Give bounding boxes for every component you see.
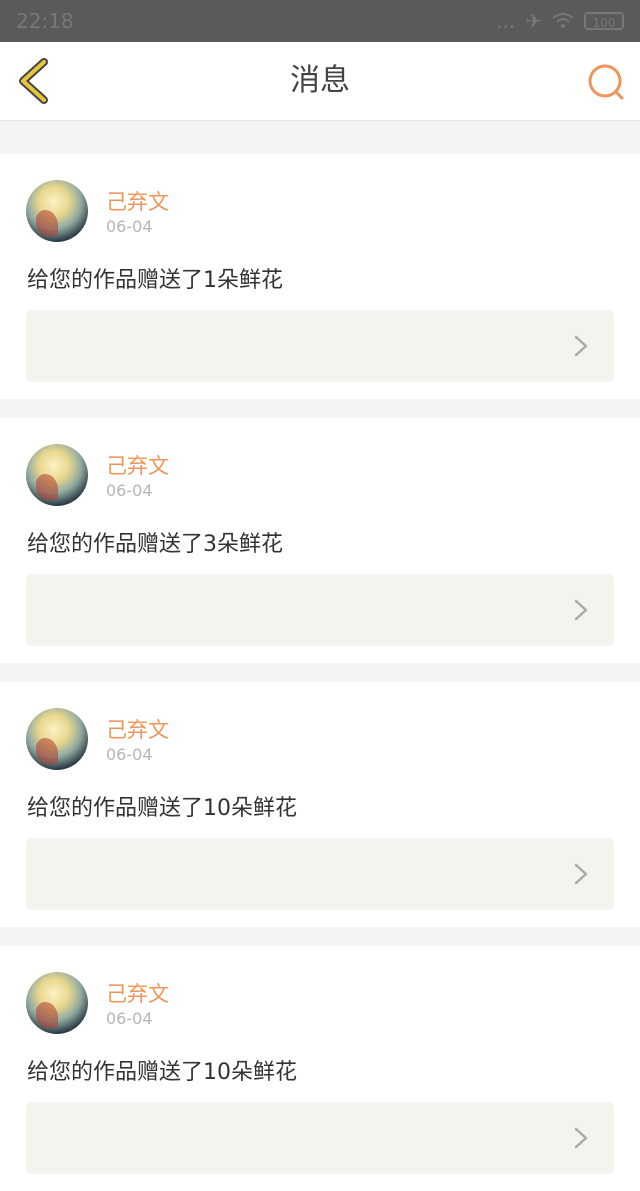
battery-icon: 100 <box>584 12 624 30</box>
chevron-right-icon <box>574 1127 588 1149</box>
avatar[interactable] <box>26 444 88 506</box>
message-text: 给您的作品赠送了3朵鲜花 <box>27 532 283 557</box>
chevron-right-icon <box>574 599 588 621</box>
message-date: 06-04 <box>106 1009 153 1028</box>
message-date: 06-04 <box>106 481 153 500</box>
work-link[interactable] <box>26 310 614 382</box>
avatar[interactable] <box>26 708 88 770</box>
message-card: 己弃文 06-04 给您的作品赠送了10朵鲜花 <box>0 682 640 927</box>
search-icon <box>588 64 624 100</box>
sender-name[interactable]: 己弃文 <box>106 978 169 1008</box>
message-date: 06-04 <box>106 217 153 236</box>
avatar[interactable] <box>26 180 88 242</box>
message-date: 06-04 <box>106 745 153 764</box>
page-title: 消息 <box>290 63 350 98</box>
nav-bar: 消息 <box>0 42 640 121</box>
message-text: 给您的作品赠送了1朵鲜花 <box>27 268 283 293</box>
avatar[interactable] <box>26 972 88 1034</box>
status-bar: 22:18 ... ✈ 100 <box>0 0 640 42</box>
work-link[interactable] <box>26 574 614 646</box>
sender-name[interactable]: 己弃文 <box>106 450 169 480</box>
message-text: 给您的作品赠送了10朵鲜花 <box>27 796 297 821</box>
chevron-right-icon <box>574 335 588 357</box>
message-text: 给您的作品赠送了10朵鲜花 <box>27 1060 297 1085</box>
airplane-icon: ✈ <box>525 9 542 33</box>
chevron-right-icon <box>574 863 588 885</box>
wifi-icon <box>552 13 574 28</box>
status-icons: ... ✈ 100 <box>496 9 624 33</box>
search-button[interactable] <box>586 62 626 102</box>
message-card: 己弃文 06-04 给您的作品赠送了1朵鲜花 <box>0 154 640 399</box>
work-link[interactable] <box>26 1102 614 1174</box>
signal-dots: ... <box>496 9 516 33</box>
sender-name[interactable]: 己弃文 <box>106 186 169 216</box>
message-card: 己弃文 06-04 给您的作品赠送了10朵鲜花 <box>0 946 640 1191</box>
status-time: 22:18 <box>16 9 74 33</box>
work-link[interactable] <box>26 838 614 910</box>
message-card: 己弃文 06-04 给您的作品赠送了3朵鲜花 <box>0 418 640 663</box>
sender-name[interactable]: 己弃文 <box>106 714 169 744</box>
